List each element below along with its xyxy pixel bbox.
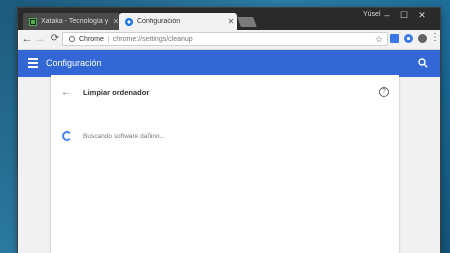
new-tab-button[interactable] bbox=[237, 17, 257, 27]
url-text[interactable]: chrome://settings/cleanup bbox=[113, 36, 193, 43]
tab-xataka[interactable]: Xataka - Tecnología y ga ✕ bbox=[23, 13, 122, 30]
extension-icon[interactable] bbox=[404, 34, 413, 43]
tab-title: Configuración bbox=[137, 18, 181, 25]
status-text: Buscando software dañino... bbox=[83, 133, 166, 140]
reload-icon[interactable]: ⟳ bbox=[49, 33, 61, 45]
maximize-icon[interactable]: ☐ bbox=[397, 10, 411, 21]
page-info-icon[interactable] bbox=[69, 36, 75, 42]
tab-settings[interactable]: Configuración ✕ bbox=[119, 13, 237, 30]
back-arrow-icon[interactable]: ← bbox=[61, 87, 71, 98]
card-title: Limpiar ordenador bbox=[83, 88, 150, 97]
cleanup-card: ← Limpiar ordenador ? Buscando software … bbox=[51, 75, 399, 253]
help-icon[interactable]: ? bbox=[379, 87, 389, 97]
browser-toolbar: ← → ⟳ Chrome chrome://settings/cleanup ☆… bbox=[18, 30, 440, 50]
gear-icon bbox=[125, 17, 133, 26]
menu-dots-icon[interactable]: ⋮ bbox=[430, 32, 440, 44]
browser-window: Xataka - Tecnología y ga ✕ Configuración… bbox=[18, 8, 440, 253]
extension-icon[interactable] bbox=[390, 34, 399, 43]
tab-title: Xataka - Tecnología y ga bbox=[41, 18, 110, 25]
xataka-favicon-icon bbox=[29, 17, 37, 26]
forward-icon[interactable]: → bbox=[34, 33, 46, 45]
title-bar: Xataka - Tecnología y ga ✕ Configuración… bbox=[18, 8, 440, 30]
back-icon[interactable]: ← bbox=[21, 33, 33, 45]
address-chip: Chrome bbox=[79, 35, 109, 43]
menu-icon[interactable] bbox=[28, 58, 38, 68]
settings-header: Configuración bbox=[18, 50, 440, 77]
minimize-icon[interactable]: – bbox=[380, 10, 394, 20]
page-title: Configuración bbox=[46, 58, 102, 68]
window-close-icon[interactable]: ✕ bbox=[415, 10, 429, 21]
settings-content: ← Limpiar ordenador ? Buscando software … bbox=[18, 75, 440, 253]
close-icon[interactable]: ✕ bbox=[225, 17, 237, 26]
profile-name[interactable]: Yúsel bbox=[363, 11, 381, 18]
search-icon[interactable] bbox=[418, 58, 428, 68]
address-bar[interactable]: Chrome chrome://settings/cleanup ☆ bbox=[62, 32, 388, 46]
spinner-icon bbox=[62, 131, 72, 141]
star-icon[interactable]: ☆ bbox=[375, 34, 383, 45]
extension-icon[interactable] bbox=[418, 34, 427, 43]
